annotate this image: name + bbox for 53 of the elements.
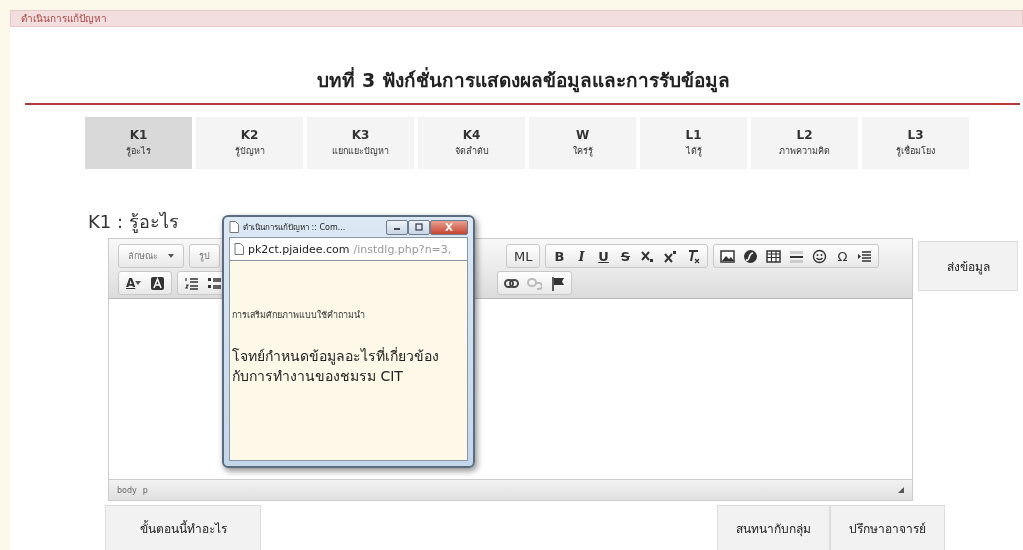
section-heading: K1 : รู้อะไร [88, 210, 179, 235]
flash-icon [743, 248, 759, 264]
maximize-icon [414, 223, 424, 231]
step-tab[interactable]: L3 รู้เชื่อมโยง [862, 117, 969, 169]
url-host: pk2ct.pjaidee.com [248, 242, 350, 256]
question-text: โจทย์กำหนดข้อมูลอะไรที่เกี่ยวข้องกับการทำงานของชมรม CIT [232, 346, 440, 387]
image-icon [720, 248, 736, 264]
source-button[interactable]: ML [510, 246, 537, 266]
step-tab[interactable]: L2 ภาพความคิด [751, 117, 858, 169]
minimize-button[interactable] [386, 219, 408, 235]
table-icon [766, 248, 782, 264]
header-title: ดำเนินการแก้ปัญหา [21, 12, 107, 26]
element-path[interactable]: body [117, 485, 137, 495]
close-icon [444, 223, 454, 231]
action-button[interactable]: ปรึกษาอาจารย์ [830, 505, 945, 550]
submit-button[interactable]: ส่งข้อมูล [918, 241, 1018, 291]
page-title: บทที่ 3 ฟังก์ชั่นการแสดงผลข้อมูลและการรับข้อมูล [316, 66, 731, 95]
underline-button[interactable]: U [593, 246, 614, 266]
style-dropdown[interactable]: ลักษณะ [122, 246, 180, 266]
element-path[interactable]: p [142, 485, 148, 495]
close-button[interactable] [430, 219, 468, 235]
window-title: ดำเนินการแก้ปัญหา :: Com... [243, 221, 346, 234]
horizontal-line-icon [789, 248, 805, 264]
indent-icon [857, 248, 873, 264]
step-tab[interactable]: K3 แยกแยะปัญหา [307, 117, 414, 169]
step-tab[interactable]: K2 รู้ปัญหา [196, 117, 303, 169]
address-bar[interactable]: pk2ct.pjaidee.com /instdlg.php?n=3, [229, 237, 468, 261]
step-tab[interactable]: K4 จัดลำดับ [418, 117, 525, 169]
superscript-icon [663, 248, 679, 264]
italic-button[interactable]: I [571, 246, 592, 266]
strikethrough-button[interactable]: S [615, 246, 636, 266]
maximize-button[interactable] [408, 219, 430, 235]
step-tab[interactable]: W ใคร่รู้ [529, 117, 636, 169]
special-character-button[interactable]: Ω [832, 246, 853, 266]
popup-subtitle: การเสริมศักยภาพแบบใช้คำถามนำ [232, 309, 366, 322]
smiley-icon [812, 248, 828, 264]
action-button[interactable]: สนทนากับกลุ่ม [717, 505, 830, 550]
step-tab[interactable]: K1 รู้อะไร [85, 117, 192, 169]
url-path: /instdlg.php?n=3, [353, 242, 452, 256]
background-color-icon [150, 275, 166, 291]
help-button[interactable]: ขั้นตอนนี้ทำอะไร [105, 505, 261, 550]
caret-icon [135, 281, 142, 285]
bold-button[interactable]: B [549, 246, 570, 266]
flag-icon [550, 275, 566, 291]
resize-grip-icon[interactable] [898, 487, 904, 493]
page-icon [229, 221, 239, 233]
unlink-icon [527, 275, 543, 291]
text-color-button[interactable]: A [122, 273, 146, 293]
step-tab[interactable]: L1 ได้รู้ [640, 117, 747, 169]
caret-icon [168, 254, 174, 258]
remove-format-icon [686, 248, 702, 264]
page-icon [234, 243, 244, 255]
format-dropdown[interactable]: รูป [193, 246, 216, 266]
